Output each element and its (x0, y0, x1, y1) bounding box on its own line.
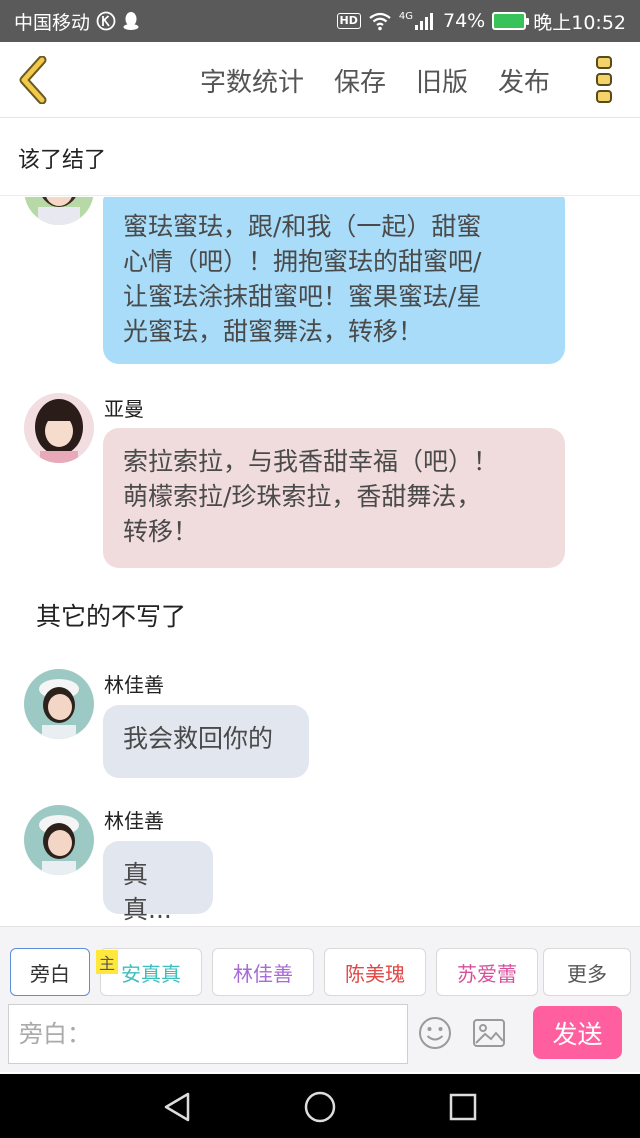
avatar[interactable] (24, 393, 94, 463)
message-bubble[interactable]: 真真... (103, 841, 213, 924)
composer-row: 发送 (0, 1000, 640, 1072)
image-icon[interactable] (472, 1018, 506, 1048)
wifi-icon (368, 11, 392, 31)
role-button-lin-jiashan[interactable]: 林佳善 (212, 948, 314, 996)
speaker-name: 林佳善 (104, 673, 164, 697)
role-label: 旁白 (30, 961, 70, 986)
network-type-label: 4G (398, 10, 413, 22)
role-label: 安真真 (121, 961, 181, 986)
message-bubble[interactable]: 蜜珐蜜珐，跟/和我（一起）甜蜜 心情（吧）！拥抱蜜珐的甜蜜吧/ 让蜜珐涂抹甜蜜吧… (103, 197, 565, 364)
main-character-badge: 主 (96, 950, 118, 974)
chapter-title-row[interactable]: 该了结了 (0, 118, 640, 196)
qq-penguin-icon (122, 11, 140, 31)
message-line: 索拉索拉，与我香甜幸福（吧）！ (123, 447, 499, 476)
avatar[interactable] (24, 197, 94, 225)
back-arrow-icon[interactable] (16, 55, 52, 105)
message-text: 真真... (123, 860, 172, 924)
message-line: 心情（吧）！拥抱蜜珐的甜蜜吧/ (123, 247, 482, 276)
carrier-label: 中国移动 (14, 11, 91, 34)
avatar[interactable] (24, 669, 94, 739)
old-version-button[interactable]: 旧版 (416, 62, 468, 99)
speaker-name: 亚曼 (104, 397, 144, 421)
avatar[interactable] (24, 805, 94, 875)
system-nav-bar (0, 1074, 640, 1138)
role-button-su-ailei[interactable]: 苏爱蕾 (436, 948, 538, 996)
role-label: 陈美瑰 (345, 961, 405, 986)
publish-button[interactable]: 发布 (498, 62, 550, 99)
battery-icon (492, 12, 530, 30)
send-button[interactable]: 发送 (533, 1006, 622, 1059)
message-line: 让蜜珐涂抹甜蜜吧！蜜果蜜珐/星 (123, 282, 482, 311)
nav-back-icon[interactable] (160, 1090, 194, 1124)
battery-percent: 74% (443, 10, 486, 32)
chapter-title: 该了结了 (18, 148, 107, 173)
message-line: 转移！ (123, 517, 199, 546)
word-count-button[interactable]: 字数统计 (200, 62, 304, 99)
emoji-icon[interactable] (418, 1016, 452, 1050)
message-line: 光蜜珐，甜蜜舞法，转移！ (123, 317, 424, 346)
clock: 晚上10:52 (533, 11, 626, 34)
message-bubble[interactable]: 我会救回你的 (103, 705, 309, 778)
top-toolbar: 字数统计 保存 旧版 发布 (0, 42, 640, 118)
message-bubble[interactable]: 索拉索拉，与我香甜幸福（吧）！ 萌檬索拉/珍珠索拉，香甜舞法， 转移！ (103, 428, 565, 568)
role-label: 苏爱蕾 (457, 961, 517, 986)
k-circle-icon (96, 11, 116, 31)
message-text: 我会救回你的 (123, 724, 274, 753)
more-roles-button[interactable]: 更多 (543, 948, 631, 996)
narration-text[interactable]: 其它的不写了 (36, 597, 186, 633)
status-bar: 中国移动 HD 4G 74% 晚上10:52 (0, 0, 640, 42)
hd-icon: HD (336, 13, 361, 29)
save-button[interactable]: 保存 (334, 62, 386, 99)
role-button-chen-meigui[interactable]: 陈美瑰 (324, 948, 426, 996)
message-line: 萌檬索拉/珍珠索拉，香甜舞法， (123, 482, 482, 511)
more-menu-icon[interactable] (592, 54, 618, 106)
role-label: 更多 (567, 961, 607, 986)
role-button-narrator[interactable]: 旁白 (10, 948, 90, 996)
message-line: 蜜珐蜜珐，跟/和我（一起）甜蜜 (123, 212, 482, 241)
speaker-name: 林佳善 (104, 809, 164, 833)
role-label: 林佳善 (233, 961, 293, 986)
nav-recents-icon[interactable] (446, 1090, 480, 1124)
message-input[interactable] (8, 1004, 408, 1064)
nav-home-icon[interactable] (303, 1090, 337, 1124)
chat-area[interactable]: 蜜珐蜜珐，跟/和我（一起）甜蜜 心情（吧）！拥抱蜜珐的甜蜜吧/ 让蜜珐涂抹甜蜜吧… (0, 197, 640, 925)
signal-icon (414, 11, 436, 31)
